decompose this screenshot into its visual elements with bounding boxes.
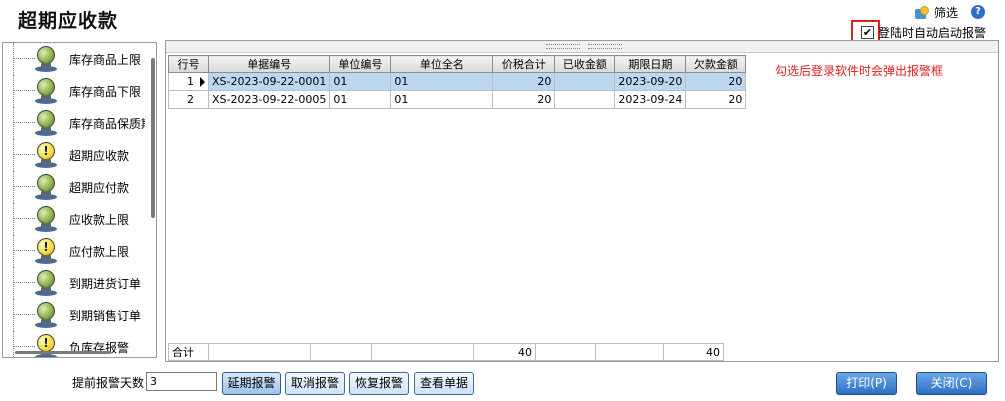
column-header[interactable]: 单据编号 [207,55,331,73]
overdue-grid-panel: 行号 单据编号 单位编号 单位全名 价税合计 已收金额 期限日期 欠款金额 1 … [165,40,999,362]
print-button[interactable]: 打印(P) [836,372,897,395]
owed-cell[interactable]: 20 [685,72,747,91]
tax-total-cell[interactable]: 20 [492,90,556,109]
total-row: 合计 40 40 [168,343,724,361]
tree-item-label: 超期应收款 [69,149,130,163]
green-bulb-icon [34,302,58,328]
tree-horizontal-scrollbar[interactable] [15,351,111,354]
tree-item-due-sales-order[interactable]: 到期销售订单 [3,299,148,331]
yellow-alert-bulb-icon: ! [34,142,58,168]
alarm-days-input[interactable] [146,372,217,391]
owed-cell[interactable]: 20 [685,90,747,109]
table-row[interactable]: 1 XS-2023-09-22-0001 01 01 20 2023-09-20… [168,72,747,91]
row-number-cell: 2 [168,90,209,109]
tree-item-label: 到期销售订单 [69,309,142,323]
restore-alarm-button[interactable]: 恢复报警 [349,372,409,395]
delay-alarm-button[interactable]: 延期报警 [222,372,281,395]
auto-alarm-checkbox[interactable]: ✔ [861,26,874,39]
tree-vertical-scrollbar[interactable] [151,58,155,218]
green-bulb-icon [34,78,58,104]
green-bulb-icon [34,206,58,232]
unit-code-cell[interactable]: 01 [329,72,392,91]
total-empty-cell [535,343,596,361]
filter-icon [914,5,930,21]
column-header[interactable]: 期限日期 [614,55,687,73]
total-empty-cell [371,343,474,361]
tree-item-label: 到期进货订单 [69,277,142,291]
column-header[interactable]: 已收金额 [554,55,616,73]
tree-item-receivable-limit[interactable]: 应收款上限 [3,203,148,235]
filter-label: 筛选 [934,6,959,20]
tree-item-label: 库存商品下限 [69,85,142,99]
view-bill-button[interactable]: 查看单据 [414,372,474,395]
yellow-alert-bulb-icon: ! [34,238,58,264]
total-empty-cell [208,343,311,361]
page-title: 超期应收款 [18,10,119,32]
unit-code-cell[interactable]: 01 [329,90,392,109]
unit-name-cell[interactable]: 01 [390,72,494,91]
unit-name-cell[interactable]: 01 [390,90,494,109]
column-header[interactable]: 单位全名 [390,55,494,73]
yellow-alert-bulb-icon: ! [34,334,58,357]
due-date-cell[interactable]: 2023-09-24 [614,90,687,109]
help-icon[interactable]: ? [971,5,985,19]
tree-item-due-purchase-order[interactable]: 到期进货订单 [3,267,148,299]
hint-text: 勾选后登录软件时会弹出报警框 [775,64,944,78]
cancel-alarm-button[interactable]: 取消报警 [285,372,345,395]
column-header[interactable]: 行号 [168,55,209,73]
total-empty-cell [595,343,664,361]
column-header[interactable]: 单位编号 [329,55,392,73]
column-header[interactable]: 欠款金额 [685,55,747,73]
green-bulb-icon [34,46,58,72]
alarm-type-tree: 库存商品上限 库存商品下限 库存商品保质期 ! 超期应收款 超期应付款 应收款上… [2,42,157,358]
total-owed-cell: 40 [663,343,724,361]
tree-item-shelf-life[interactable]: 库存商品保质期 [3,107,148,139]
row-pointer-icon [200,77,205,87]
table-header: 行号 单据编号 单位编号 单位全名 价税合计 已收金额 期限日期 欠款金额 [168,55,747,73]
close-button[interactable]: 关闭(C) [916,372,987,395]
auto-alarm-label[interactable]: 登陆时自动启动报警 [878,24,986,41]
bill-no-cell[interactable]: XS-2023-09-22-0001 [207,72,331,91]
row-number-cell: 1 [168,72,209,91]
alarm-days-label: 提前报警天数 [72,376,145,390]
tree-item-stock-upper[interactable]: 库存商品上限 [3,43,148,75]
total-label: 合计 [168,343,209,361]
tree-item-label: 库存商品保质期 [69,117,145,131]
received-cell[interactable] [554,90,616,109]
overdue-table: 行号 单据编号 单位编号 单位全名 价税合计 已收金额 期限日期 欠款金额 1 … [168,55,747,109]
total-tax-cell: 40 [473,343,536,361]
filter-button[interactable]: 筛选 [914,4,958,21]
tree-item-overdue-payable[interactable]: 超期应付款 [3,171,148,203]
green-bulb-icon [34,270,58,296]
column-header[interactable]: 价税合计 [492,55,556,73]
tree-item-overdue-receivable[interactable]: ! 超期应收款 [3,139,148,171]
green-bulb-icon [34,110,58,136]
tree-item-label: 应付款上限 [69,245,130,259]
tree-item-payable-limit[interactable]: ! 应付款上限 [3,235,148,267]
due-date-cell[interactable]: 2023-09-20 [614,72,687,91]
tree-item-label: 超期应付款 [69,181,130,195]
tree-item-label: 库存商品上限 [69,53,142,67]
bill-no-cell[interactable]: XS-2023-09-22-0005 [207,90,331,109]
tax-total-cell[interactable]: 20 [492,72,556,91]
total-empty-cell [310,343,372,361]
tree-item-stock-lower[interactable]: 库存商品下限 [3,75,148,107]
green-bulb-icon [34,174,58,200]
table-row[interactable]: 2 XS-2023-09-22-0005 01 01 20 2023-09-24… [168,90,747,109]
grid-splitter[interactable] [166,41,998,53]
received-cell[interactable] [554,72,616,91]
tree-item-label: 应收款上限 [69,213,130,227]
